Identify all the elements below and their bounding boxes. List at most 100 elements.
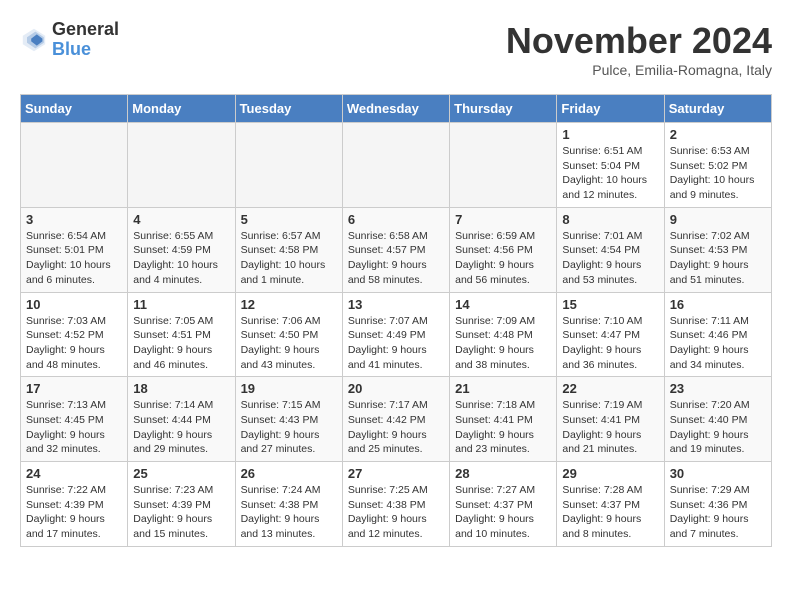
calendar-cell: 9Sunrise: 7:02 AM Sunset: 4:53 PM Daylig…: [664, 207, 771, 292]
calendar-cell: 16 Sunrise: 7:11 AM Sunset: 4:46 PM Dayli…: [664, 292, 771, 377]
calendar-cell: 21 Sunrise: 7:18 AM Sunset: 4:41 PM Dayli…: [450, 377, 557, 462]
header-monday: Monday: [128, 95, 235, 123]
day-number: 8: [562, 212, 658, 227]
calendar-cell: 17 Sunrise: 7:13 AM Sunset: 4:45 PM Dayli…: [21, 377, 128, 462]
calendar-cell: [342, 123, 449, 208]
day-info: Sunrise: 7:09 AM Sunset: 4:48 PM Dayligh…: [455, 314, 551, 373]
day-info: Sunrise: 7:23 AM Sunset: 4:39 PM Dayligh…: [133, 483, 229, 542]
calendar-cell: 15 Sunrise: 7:10 AM Sunset: 4:47 PM Dayli…: [557, 292, 664, 377]
day-info: Sunrise: 7:14 AM Sunset: 4:44 PM Dayligh…: [133, 398, 229, 457]
calendar-week-4: 24 Sunrise: 7:22 AM Sunset: 4:39 PM Dayli…: [21, 462, 772, 547]
day-number: 21: [455, 381, 551, 396]
day-info: Sunrise: 7:01 AM Sunset: 4:54 PM Dayligh…: [562, 229, 658, 288]
day-info: Sunrise: 7:05 AM Sunset: 4:51 PM Dayligh…: [133, 314, 229, 373]
calendar-cell: 3 Sunrise: 6:54 AM Sunset: 5:01 PM Daylig…: [21, 207, 128, 292]
day-info: Sunrise: 7:03 AM Sunset: 4:52 PM Dayligh…: [26, 314, 122, 373]
day-info: Sunrise: 7:28 AM Sunset: 4:37 PM Dayligh…: [562, 483, 658, 542]
day-info: Sunrise: 7:13 AM Sunset: 4:45 PM Dayligh…: [26, 398, 122, 457]
day-number: 7: [455, 212, 551, 227]
location-subtitle: Pulce, Emilia-Romagna, Italy: [506, 62, 772, 78]
header-saturday: Saturday: [664, 95, 771, 123]
day-info: Sunrise: 7:19 AM Sunset: 4:41 PM Dayligh…: [562, 398, 658, 457]
calendar-cell: 2Sunrise: 6:53 AM Sunset: 5:02 PM Daylig…: [664, 123, 771, 208]
day-number: 1: [562, 127, 658, 142]
calendar-cell: 1 Sunrise: 6:51 AM Sunset: 5:04 PM Daylig…: [557, 123, 664, 208]
calendar-cell: 27Sunrise: 7:25 AM Sunset: 4:38 PM Dayli…: [342, 462, 449, 547]
calendar-table: SundayMondayTuesdayWednesdayThursdayFrid…: [20, 94, 772, 547]
logo-general-text: General: [52, 20, 119, 40]
logo: General Blue: [20, 20, 119, 60]
logo-blue-text: Blue: [52, 40, 119, 60]
day-number: 24: [26, 466, 122, 481]
day-info: Sunrise: 6:57 AM Sunset: 4:58 PM Dayligh…: [241, 229, 337, 288]
calendar-cell: 25 Sunrise: 7:23 AM Sunset: 4:39 PM Dayli…: [128, 462, 235, 547]
calendar-cell: 6 Sunrise: 6:58 AM Sunset: 4:57 PM Daylig…: [342, 207, 449, 292]
day-info: Sunrise: 7:10 AM Sunset: 4:47 PM Dayligh…: [562, 314, 658, 373]
calendar-cell: 4 Sunrise: 6:55 AM Sunset: 4:59 PM Daylig…: [128, 207, 235, 292]
logo-icon: [20, 26, 48, 54]
day-info: Sunrise: 7:29 AM Sunset: 4:36 PM Dayligh…: [670, 483, 766, 542]
day-number: 20: [348, 381, 444, 396]
calendar-cell: 30 Sunrise: 7:29 AM Sunset: 4:36 PM Dayli…: [664, 462, 771, 547]
header-tuesday: Tuesday: [235, 95, 342, 123]
day-info: Sunrise: 6:54 AM Sunset: 5:01 PM Dayligh…: [26, 229, 122, 288]
day-number: 13: [348, 297, 444, 312]
day-info: Sunrise: 7:07 AM Sunset: 4:49 PM Dayligh…: [348, 314, 444, 373]
day-number: 30: [670, 466, 766, 481]
calendar-cell: 28 Sunrise: 7:27 AM Sunset: 4:37 PM Dayli…: [450, 462, 557, 547]
day-number: 4: [133, 212, 229, 227]
day-number: 26: [241, 466, 337, 481]
day-info: Sunrise: 6:51 AM Sunset: 5:04 PM Dayligh…: [562, 144, 658, 203]
day-number: 15: [562, 297, 658, 312]
header: General Blue November 2024 Pulce, Emilia…: [20, 20, 772, 78]
day-info: Sunrise: 7:18 AM Sunset: 4:41 PM Dayligh…: [455, 398, 551, 457]
calendar-cell: 12 Sunrise: 7:06 AM Sunset: 4:50 PM Dayli…: [235, 292, 342, 377]
day-number: 5: [241, 212, 337, 227]
calendar-header-row: SundayMondayTuesdayWednesdayThursdayFrid…: [21, 95, 772, 123]
day-info: Sunrise: 7:06 AM Sunset: 4:50 PM Dayligh…: [241, 314, 337, 373]
calendar-cell: 14 Sunrise: 7:09 AM Sunset: 4:48 PM Dayli…: [450, 292, 557, 377]
calendar-cell: 10Sunrise: 7:03 AM Sunset: 4:52 PM Dayli…: [21, 292, 128, 377]
day-info: Sunrise: 6:59 AM Sunset: 4:56 PM Dayligh…: [455, 229, 551, 288]
calendar-cell: 18Sunrise: 7:14 AM Sunset: 4:44 PM Dayli…: [128, 377, 235, 462]
title-area: November 2024 Pulce, Emilia-Romagna, Ita…: [506, 20, 772, 78]
logo-text: General Blue: [52, 20, 119, 60]
day-number: 16: [670, 297, 766, 312]
day-info: Sunrise: 7:15 AM Sunset: 4:43 PM Dayligh…: [241, 398, 337, 457]
day-number: 3: [26, 212, 122, 227]
day-info: Sunrise: 7:11 AM Sunset: 4:46 PM Dayligh…: [670, 314, 766, 373]
day-number: 29: [562, 466, 658, 481]
day-number: 6: [348, 212, 444, 227]
header-sunday: Sunday: [21, 95, 128, 123]
day-number: 28: [455, 466, 551, 481]
day-number: 12: [241, 297, 337, 312]
month-title: November 2024: [506, 20, 772, 62]
day-number: 27: [348, 466, 444, 481]
day-number: 22: [562, 381, 658, 396]
header-friday: Friday: [557, 95, 664, 123]
day-number: 17: [26, 381, 122, 396]
header-thursday: Thursday: [450, 95, 557, 123]
day-info: Sunrise: 7:17 AM Sunset: 4:42 PM Dayligh…: [348, 398, 444, 457]
day-number: 19: [241, 381, 337, 396]
calendar-cell: 26 Sunrise: 7:24 AM Sunset: 4:38 PM Dayli…: [235, 462, 342, 547]
day-number: 11: [133, 297, 229, 312]
calendar-cell: 23Sunrise: 7:20 AM Sunset: 4:40 PM Dayli…: [664, 377, 771, 462]
calendar-week-0: 1 Sunrise: 6:51 AM Sunset: 5:04 PM Daylig…: [21, 123, 772, 208]
header-wednesday: Wednesday: [342, 95, 449, 123]
day-number: 9: [670, 212, 766, 227]
day-number: 25: [133, 466, 229, 481]
day-info: Sunrise: 7:24 AM Sunset: 4:38 PM Dayligh…: [241, 483, 337, 542]
day-info: Sunrise: 7:27 AM Sunset: 4:37 PM Dayligh…: [455, 483, 551, 542]
day-number: 14: [455, 297, 551, 312]
calendar-cell: 7 Sunrise: 6:59 AM Sunset: 4:56 PM Daylig…: [450, 207, 557, 292]
day-info: Sunrise: 6:58 AM Sunset: 4:57 PM Dayligh…: [348, 229, 444, 288]
calendar-cell: 19 Sunrise: 7:15 AM Sunset: 4:43 PM Dayli…: [235, 377, 342, 462]
calendar-cell: 11 Sunrise: 7:05 AM Sunset: 4:51 PM Dayli…: [128, 292, 235, 377]
day-info: Sunrise: 6:55 AM Sunset: 4:59 PM Dayligh…: [133, 229, 229, 288]
calendar-cell: 22 Sunrise: 7:19 AM Sunset: 4:41 PM Dayli…: [557, 377, 664, 462]
day-info: Sunrise: 7:22 AM Sunset: 4:39 PM Dayligh…: [26, 483, 122, 542]
calendar-cell: 24 Sunrise: 7:22 AM Sunset: 4:39 PM Dayli…: [21, 462, 128, 547]
calendar-cell: 8 Sunrise: 7:01 AM Sunset: 4:54 PM Daylig…: [557, 207, 664, 292]
calendar-cell: [21, 123, 128, 208]
